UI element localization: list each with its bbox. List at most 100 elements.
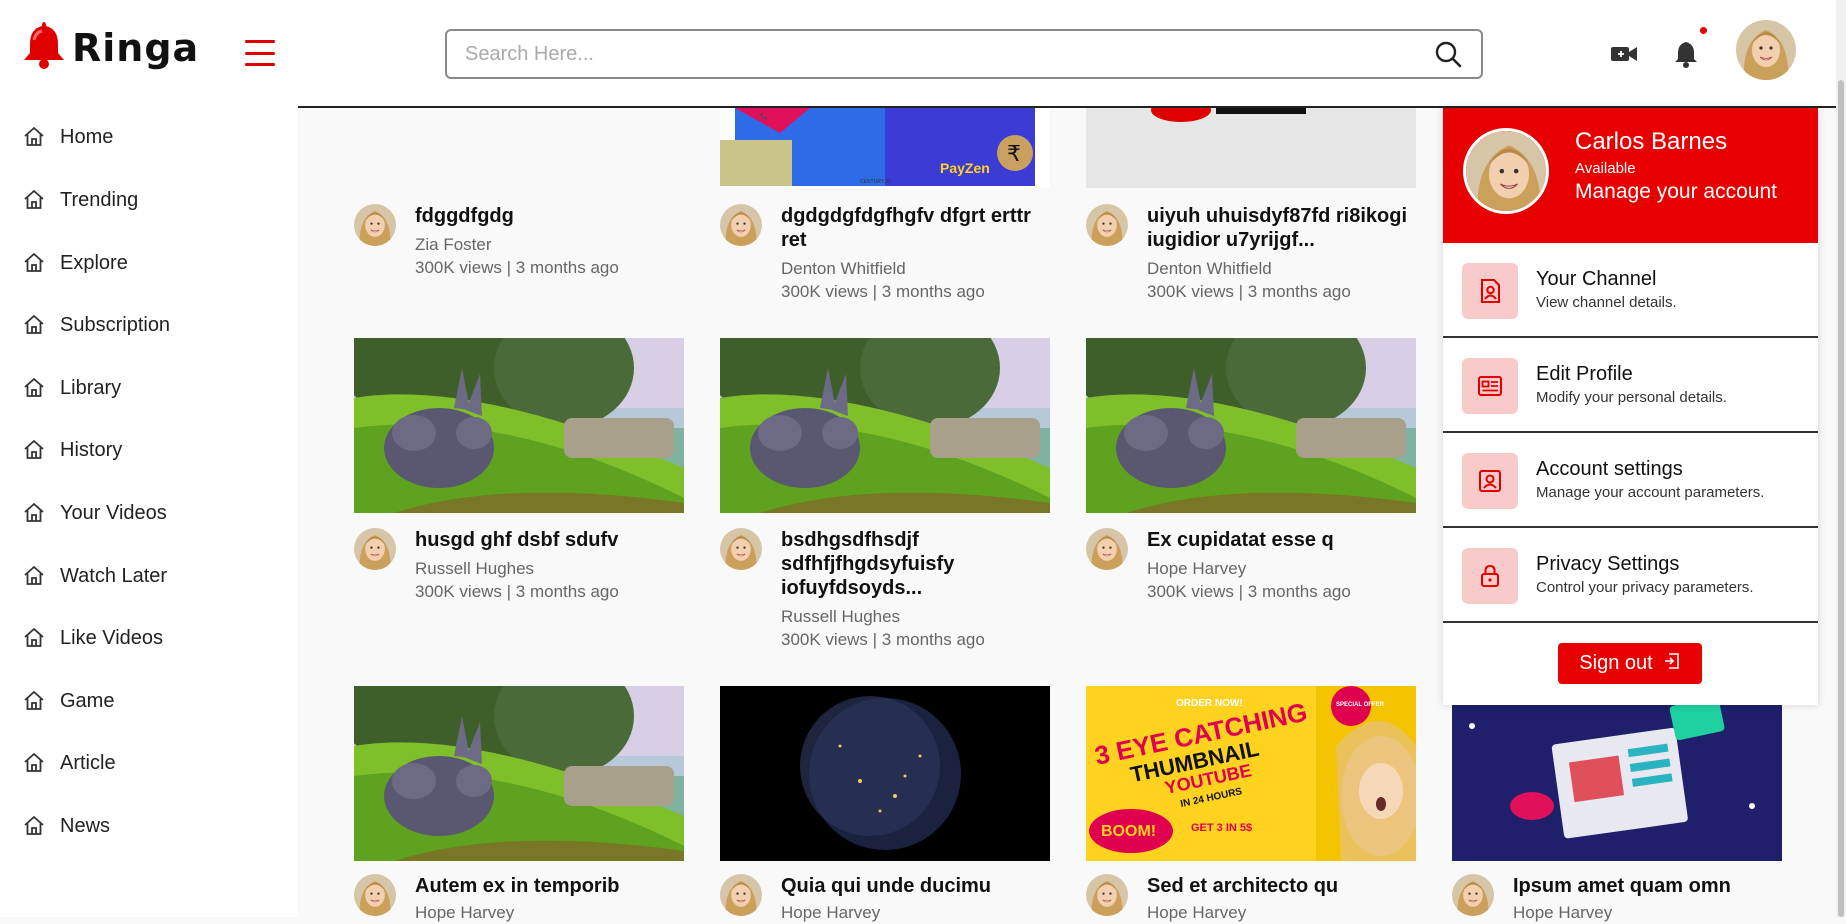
hamburger-icon[interactable] <box>245 40 275 66</box>
channel-name[interactable]: Russell Hughes <box>415 558 534 580</box>
video-thumbnail[interactable] <box>720 338 1050 513</box>
video-camera-icon[interactable] <box>1608 38 1640 70</box>
menu-item-edit-profile[interactable]: Edit Profile Modify your personal detail… <box>1443 338 1818 433</box>
manage-account-link[interactable]: Manage your account <box>1575 180 1777 204</box>
video-card[interactable]: ORDER NOW! 3 EYE CATCHING THUMBNAIL YOUT… <box>1086 686 1416 922</box>
channel-avatar[interactable] <box>1086 204 1128 246</box>
search-input[interactable] <box>465 42 1433 66</box>
profile-dropdown: Carlos Barnes Available Manage your acco… <box>1443 108 1818 705</box>
video-thumbnail[interactable]: 📞 PayZen CENTURY 21 ₹ <box>720 108 1050 188</box>
video-title[interactable]: Quia qui unde ducimu <box>781 874 1046 898</box>
video-card[interactable]: bsdhgsdfhsdjf sdfhfjfhgdsyfuisfy iofuyfd… <box>720 338 1050 649</box>
sidebar-item-trending[interactable]: Trending <box>22 188 138 212</box>
video-thumbnail[interactable]: ORDER NOW! 3 EYE CATCHING THUMBNAIL YOUT… <box>1086 686 1416 861</box>
lock-icon <box>1462 548 1518 604</box>
channel-avatar[interactable] <box>1086 528 1128 570</box>
video-card[interactable]: Ipsum amet quam omn Hope Harvey <box>1452 686 1782 922</box>
channel-name[interactable]: Denton Whitfield <box>1147 258 1272 280</box>
channel-name[interactable]: Hope Harvey <box>1147 902 1246 924</box>
channel-avatar[interactable] <box>1452 874 1494 916</box>
channel-avatar[interactable] <box>720 874 762 916</box>
video-title[interactable]: dgdgdgfdgfhgfv dfgrt erttr ret <box>781 204 1046 252</box>
video-stats: 300K views | 3 months ago <box>415 582 619 601</box>
sign-out-button[interactable]: Sign out <box>1558 643 1702 684</box>
channel-avatar[interactable] <box>354 204 396 246</box>
video-title[interactable]: Autem ex in temporib <box>415 874 680 898</box>
sidebar-item-your-videos[interactable]: Your Videos <box>22 501 167 525</box>
sidebar-item-library[interactable]: Library <box>22 376 121 400</box>
sidebar-item-label: Watch Later <box>60 564 168 587</box>
menu-item-your-channel[interactable]: Your Channel View channel details. <box>1443 243 1818 338</box>
channel-name[interactable]: Hope Harvey <box>781 902 880 924</box>
channel-name[interactable]: Hope Harvey <box>415 902 514 924</box>
menu-item-subtitle: Control your privacy parameters. <box>1536 579 1754 596</box>
sidebar-item-label: Library <box>60 376 122 399</box>
scrollbar-thumb[interactable] <box>1838 80 1844 917</box>
sidebar-item-explore[interactable]: Explore <box>22 251 128 275</box>
video-title[interactable]: bsdhgsdfhsdjf sdfhfjfhgdsyfuisfy iofuyfd… <box>781 528 1046 600</box>
home-icon <box>22 313 46 337</box>
bell-logo-icon <box>22 20 66 75</box>
channel-name[interactable]: Denton Whitfield <box>781 258 906 280</box>
video-thumbnail[interactable] <box>354 338 684 513</box>
logo[interactable]: Ringa <box>22 20 199 75</box>
user-avatar[interactable] <box>1736 20 1796 80</box>
video-card[interactable]: uiyuh uhuisdyf87fd ri8ikogi iugidior u7y… <box>1086 108 1416 308</box>
bell-icon[interactable] <box>1670 38 1702 70</box>
video-card[interactable]: Ex cupidatat esse q Hope Harvey 300K vie… <box>1086 338 1416 638</box>
video-card[interactable]: 📞 PayZen CENTURY 21 ₹ dgdgdgfdgfhgfv dfg… <box>720 108 1050 308</box>
video-stats: 300K views | 3 months ago <box>1147 282 1351 301</box>
svg-text:SPECIAL OFFER: SPECIAL OFFER <box>1336 702 1385 708</box>
video-thumbnail[interactable] <box>720 686 1050 861</box>
home-icon <box>22 376 46 400</box>
video-card[interactable]: Quia qui unde ducimu Hope Harvey <box>720 686 1050 922</box>
sidebar-item-home[interactable]: Home <box>22 125 113 149</box>
page-scrollbar[interactable] <box>1836 0 1846 917</box>
video-thumbnail[interactable] <box>1086 108 1416 188</box>
channel-avatar[interactable] <box>1086 874 1128 916</box>
channel-name[interactable]: Hope Harvey <box>1147 558 1246 580</box>
video-stats: 300K views | 3 months ago <box>415 258 619 277</box>
menu-item-subtitle: Modify your personal details. <box>1536 389 1727 406</box>
video-thumbnail[interactable] <box>1086 338 1416 513</box>
channel-avatar[interactable] <box>720 204 762 246</box>
channel-name[interactable]: Zia Foster <box>415 234 492 256</box>
menu-item-privacy-settings[interactable]: Privacy Settings Control your privacy pa… <box>1443 528 1818 623</box>
video-title[interactable]: Ipsum amet quam omn <box>1513 874 1778 898</box>
video-thumbnail[interactable] <box>1452 686 1782 861</box>
video-thumbnail[interactable] <box>354 108 684 188</box>
video-card[interactable]: fdggdfgdg Zia Foster 300K views | 3 mont… <box>354 108 684 308</box>
video-card[interactable]: husgd ghf dsbf sdufv Russell Hughes 300K… <box>354 338 684 638</box>
home-icon <box>22 626 46 650</box>
sign-out-label: Sign out <box>1579 652 1653 674</box>
sidebar-item-watch-later[interactable]: Watch Later <box>22 564 167 588</box>
video-title[interactable]: fdggdfgdg <box>415 204 680 228</box>
svg-text:GET 3 IN 5$: GET 3 IN 5$ <box>1191 822 1252 834</box>
menu-item-title: Edit Profile <box>1536 363 1633 385</box>
video-title[interactable]: Ex cupidatat esse q <box>1147 528 1412 552</box>
video-title[interactable]: uiyuh uhuisdyf87fd ri8ikogi iugidior u7y… <box>1147 204 1412 252</box>
video-card[interactable]: Autem ex in temporib Hope Harvey <box>354 686 684 922</box>
video-thumbnail[interactable] <box>354 686 684 861</box>
sign-out-icon <box>1663 652 1681 676</box>
notification-dot <box>1700 27 1707 34</box>
sidebar-item-history[interactable]: History <box>22 438 122 462</box>
menu-item-account-settings[interactable]: Account settings Manage your account par… <box>1443 433 1818 528</box>
sidebar-item-subscription[interactable]: Subscription <box>22 313 170 337</box>
channel-name[interactable]: Russell Hughes <box>781 606 900 628</box>
sidebar-item-like-videos[interactable]: Like Videos <box>22 626 163 650</box>
sidebar-item-label: Like Videos <box>60 626 164 649</box>
sidebar-item-news[interactable]: News <box>22 814 110 838</box>
channel-name[interactable]: Hope Harvey <box>1513 902 1612 924</box>
video-title[interactable]: husgd ghf dsbf sdufv <box>415 528 680 552</box>
channel-avatar[interactable] <box>720 528 762 570</box>
sidebar-item-article[interactable]: Article <box>22 751 116 775</box>
video-title[interactable]: Sed et architecto qu <box>1147 874 1412 898</box>
sidebar-item-game[interactable]: Game <box>22 689 114 713</box>
channel-avatar[interactable] <box>354 528 396 570</box>
channel-avatar[interactable] <box>354 874 396 916</box>
video-stats: 300K views | 3 months ago <box>781 282 985 301</box>
id-card-icon <box>1462 358 1518 414</box>
search-icon[interactable] <box>1433 39 1463 69</box>
profile-header: Carlos Barnes Available Manage your acco… <box>1443 108 1818 243</box>
